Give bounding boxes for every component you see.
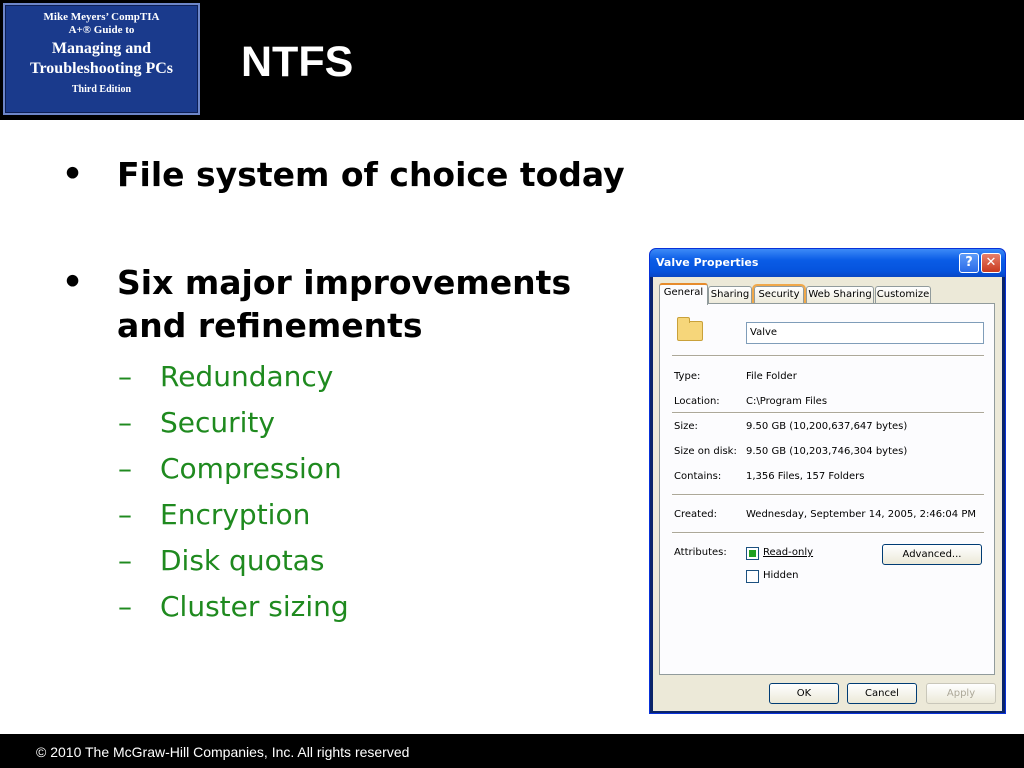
- separator: [672, 494, 984, 496]
- bullet-dot-icon: •: [62, 262, 84, 301]
- properties-dialog: Valve Properties ? ✕ General Sharing Sec…: [649, 248, 1006, 714]
- size-label: Size:: [674, 421, 698, 432]
- dialog-body: General Sharing Security Web Sharing Cus…: [653, 277, 1002, 711]
- separator: [672, 532, 984, 534]
- book-edition: Third Edition: [71, 84, 132, 95]
- bullet-text: Six major improvements: [117, 263, 572, 302]
- size-value: 9.50 GB (10,200,637,647 bytes): [746, 421, 908, 432]
- copyright-text: © 2010 The McGraw-Hill Companies, Inc. A…: [36, 744, 410, 760]
- type-value: File Folder: [746, 371, 797, 382]
- folder-icon: [677, 317, 703, 341]
- book-line-4: Troubleshooting PCs: [30, 60, 173, 77]
- ok-button[interactable]: OK: [769, 683, 839, 704]
- book-cover-logo: Mike Meyers’ CompTIA A+® Guide to Managi…: [3, 3, 200, 115]
- slide-header: Mike Meyers’ CompTIA A+® Guide to Managi…: [0, 0, 1024, 120]
- sub-bullet-text: Security: [160, 406, 275, 439]
- attributes-label: Attributes:: [674, 547, 727, 558]
- tab-general[interactable]: General: [659, 283, 708, 305]
- contains-value: 1,356 Files, 157 Folders: [746, 471, 865, 482]
- size-on-disk-label: Size on disk:: [674, 446, 737, 457]
- help-button[interactable]: ?: [959, 253, 979, 273]
- read-only-checkbox[interactable]: [746, 547, 759, 560]
- type-label: Type:: [674, 371, 701, 382]
- hidden-checkbox[interactable]: [746, 570, 759, 583]
- book-line-1: Mike Meyers’ CompTIA: [43, 11, 160, 23]
- sub-bullet-text: Compression: [160, 452, 342, 485]
- slide-title: NTFS: [241, 38, 354, 86]
- folder-name-field[interactable]: Valve: [746, 322, 984, 344]
- dialog-title: Valve Properties: [656, 256, 759, 269]
- book-line-3: Managing and: [51, 40, 152, 57]
- tab-security[interactable]: Security: [752, 284, 806, 306]
- hidden-label[interactable]: Hidden: [763, 570, 798, 581]
- location-value: C:\Program Files: [746, 396, 828, 407]
- contains-label: Contains:: [674, 471, 722, 482]
- sub-bullet-text: Cluster sizing: [160, 590, 349, 623]
- tab-web-sharing[interactable]: Web Sharing: [806, 286, 874, 304]
- sub-bullet-text: Redundancy: [160, 360, 334, 393]
- close-button[interactable]: ✕: [981, 253, 1001, 273]
- bullet-dot-icon: •: [62, 154, 84, 193]
- location-label: Location:: [674, 396, 720, 407]
- read-only-label[interactable]: Read-only: [763, 547, 813, 558]
- separator: [672, 412, 984, 414]
- tab-customize[interactable]: Customize: [875, 286, 931, 304]
- general-tab-panel: Valve Type: File Folder Location: C:\Pro…: [659, 303, 995, 675]
- bullet-text-continued: and refinements: [117, 306, 423, 345]
- apply-button[interactable]: Apply: [926, 683, 996, 704]
- created-label: Created:: [674, 509, 717, 520]
- sub-bullet-text: Disk quotas: [160, 544, 325, 577]
- slide-footer: © 2010 The McGraw-Hill Companies, Inc. A…: [0, 734, 1024, 768]
- advanced-button[interactable]: Advanced...: [882, 544, 982, 565]
- dialog-title-bar[interactable]: Valve Properties ? ✕: [650, 249, 1005, 277]
- size-on-disk-value: 9.50 GB (10,203,746,304 bytes): [746, 446, 908, 457]
- separator: [672, 355, 984, 357]
- book-line-2: A+® Guide to: [68, 24, 135, 36]
- created-value: Wednesday, September 14, 2005, 2:46:04 P…: [746, 509, 976, 520]
- bullet-text: File system of choice today: [117, 155, 625, 194]
- cancel-button[interactable]: Cancel: [847, 683, 917, 704]
- sub-bullet-text: Encryption: [160, 498, 311, 531]
- tab-sharing[interactable]: Sharing: [708, 286, 752, 304]
